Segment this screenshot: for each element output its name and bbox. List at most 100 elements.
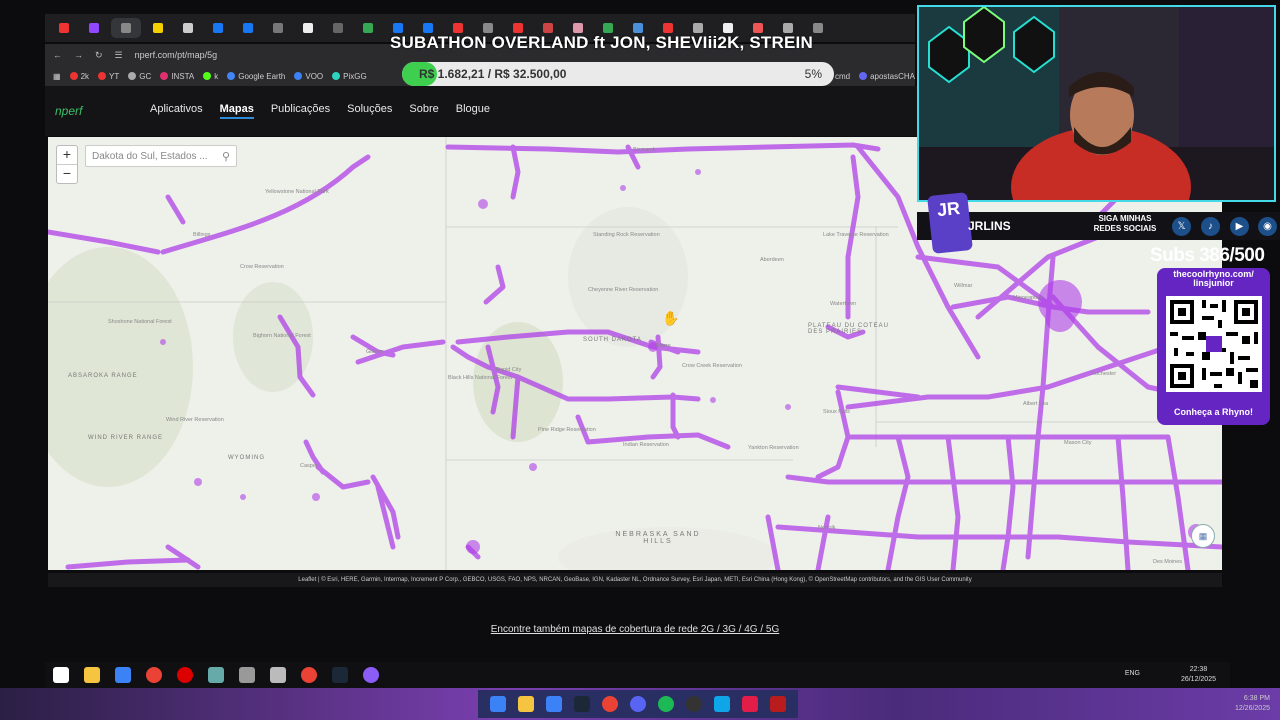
site-info-icon[interactable]: ☰ <box>115 50 123 61</box>
bookmark-item[interactable]: Google Earth <box>227 71 286 81</box>
tab-active[interactable] <box>111 18 141 38</box>
nav-publications[interactable]: Publicações <box>271 103 330 119</box>
file-explorer-icon[interactable] <box>518 696 534 712</box>
tab-maps[interactable] <box>355 18 381 38</box>
app-icon[interactable] <box>208 667 224 683</box>
tab-item[interactable] <box>145 18 171 38</box>
site-header: nperf Aplicativos Mapas Publicações Solu… <box>45 86 920 136</box>
tab-item[interactable] <box>175 18 201 38</box>
host-clock-time: 6:38 PM <box>1243 695 1270 702</box>
map-label: Gillette <box>366 349 384 355</box>
nav-apps[interactable]: Aplicativos <box>150 103 203 119</box>
nperf-logo[interactable]: nperf <box>55 104 115 118</box>
bookmark-item[interactable]: cmd <box>835 72 850 81</box>
chrome-icon[interactable] <box>301 667 317 683</box>
language-indicator[interactable]: ENG <box>1125 670 1140 677</box>
map-label: PLATEAU DU COTEAU DES PRAIRIES <box>808 323 889 335</box>
map-label: Norfolk <box>818 525 836 531</box>
bookmark-label: GC <box>139 71 152 81</box>
zoom-in-button[interactable]: + <box>57 146 77 165</box>
windows-start-icon[interactable] <box>53 667 69 683</box>
map-label: Standing Rock Reservation <box>593 232 660 238</box>
tab-twitch[interactable] <box>81 18 107 38</box>
legend-toggle-icon[interactable]: ▦ <box>1191 524 1215 548</box>
bookmark-label: YT <box>109 71 120 81</box>
map-label: Wind River Reservation <box>166 417 224 423</box>
map-label: Aberdeen <box>760 257 784 263</box>
map-label: WYOMING <box>228 455 265 461</box>
clock-time: 22:38 <box>1189 666 1208 673</box>
map-label: Pine Ridge Reservation <box>538 427 596 433</box>
tab-facebook[interactable] <box>205 18 231 38</box>
store-icon[interactable] <box>115 667 131 683</box>
clock-date: 26/12/2025 <box>1180 676 1216 683</box>
spotify-icon[interactable] <box>658 696 674 712</box>
map-label: Minneapolis <box>1013 295 1043 301</box>
bookmark-item[interactable]: apostasCHA <box>859 71 915 81</box>
tab-item[interactable] <box>325 18 351 38</box>
host-taskbar-apps <box>478 690 798 718</box>
map-label: Rapid City <box>496 367 522 373</box>
search-icon[interactable]: ⚲ <box>222 150 230 163</box>
discord-icon[interactable] <box>630 696 646 712</box>
tab-facebook[interactable] <box>235 18 261 38</box>
app-icon[interactable] <box>742 696 758 712</box>
map-label: Black Hills National Forest <box>448 375 513 381</box>
edge-icon[interactable] <box>546 696 562 712</box>
url-field[interactable]: nperf.com/pt/map/5g <box>135 50 218 60</box>
tab-tiktok[interactable] <box>295 18 321 38</box>
qr-code-icon <box>1166 296 1262 392</box>
bookmark-item[interactable]: 2k <box>69 71 90 81</box>
donation-goal-amount: R$ 1.682,21 / R$ 32.500,00 <box>419 67 567 81</box>
chrome-icon[interactable] <box>602 696 618 712</box>
host-clock[interactable]: 6:38 PM 12/26/2025 <box>1235 694 1270 714</box>
subathon-title: SUBATHON OVERLAND ft JON, SHEVIii2K, STR… <box>390 33 813 52</box>
location-search-input[interactable]: Dakota do Sul, Estados ... ⚲ <box>85 145 237 167</box>
main-nav: Aplicativos Mapas Publicações Soluções S… <box>150 103 490 119</box>
taskbar-clock[interactable]: 22:38 26/12/2025 <box>1181 665 1216 685</box>
x-icon: 𝕏 <box>1172 217 1191 236</box>
qr-code-graphic <box>1166 296 1262 392</box>
opera-icon[interactable] <box>177 667 193 683</box>
back-icon[interactable]: ← <box>53 50 62 60</box>
apps-grid-icon[interactable]: ▦ <box>53 72 61 81</box>
bookmark-label: 2k <box>80 71 90 81</box>
bookmark-item[interactable]: INSTA <box>160 71 194 81</box>
steam-icon[interactable] <box>332 667 348 683</box>
reload-icon[interactable]: ↻ <box>95 50 103 61</box>
forward-icon[interactable]: → <box>74 50 83 60</box>
bookmark-item[interactable]: PixGG <box>332 71 367 81</box>
coverage-maps-link[interactable]: Encontre também mapas de cobertura de re… <box>0 624 1270 635</box>
bookmark-item[interactable]: VOO <box>294 71 323 81</box>
bookmark-item[interactable]: GC <box>128 71 152 81</box>
zoom-out-button[interactable]: − <box>57 165 77 183</box>
streamer-handle: JRLINS <box>968 219 1011 233</box>
tab-item[interactable] <box>265 18 291 38</box>
map-label: WIND RIVER RANGE <box>88 435 164 441</box>
app-icon[interactable] <box>270 667 286 683</box>
bookmark-label: Google Earth <box>238 71 286 81</box>
steam-icon[interactable] <box>574 696 590 712</box>
map-label: Yellowstone National Park <box>265 189 329 195</box>
map-label: Pierre <box>656 343 671 349</box>
nav-maps[interactable]: Mapas <box>219 103 254 119</box>
map-label: Crow Creek Reservation <box>682 363 742 369</box>
map-label: Billings <box>193 232 211 238</box>
chrome-icon[interactable] <box>146 667 162 683</box>
nav-blog[interactable]: Blogue <box>456 103 490 119</box>
youtube-icon: ▶ <box>1230 217 1249 236</box>
app-icon[interactable] <box>714 696 730 712</box>
nav-solutions[interactable]: Soluções <box>347 103 392 119</box>
bookmark-item[interactable]: YT <box>98 71 120 81</box>
nav-about[interactable]: Sobre <box>409 103 438 119</box>
map-label: Des Moines <box>1153 559 1183 565</box>
bookmark-label: apostasCHA <box>870 71 915 81</box>
file-explorer-icon[interactable] <box>84 667 100 683</box>
obs-icon[interactable] <box>686 696 702 712</box>
windows-start-icon[interactable] <box>490 696 506 712</box>
app-icon[interactable] <box>770 696 786 712</box>
tab-youtube[interactable] <box>51 18 77 38</box>
bookmark-item[interactable]: k <box>203 71 218 81</box>
discord-icon[interactable] <box>363 667 379 683</box>
app-icon[interactable] <box>239 667 255 683</box>
